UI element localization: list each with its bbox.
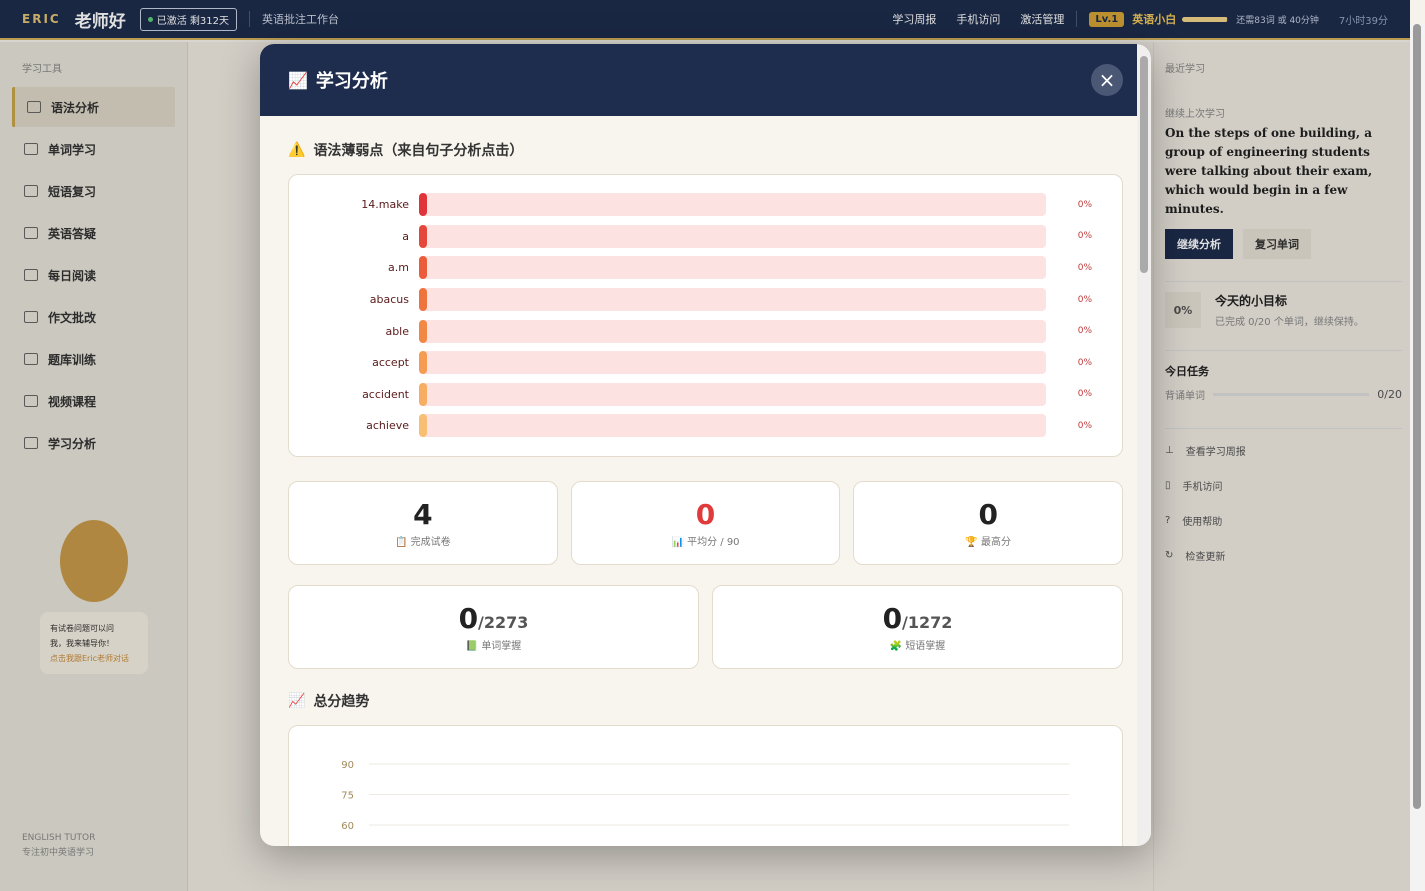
mastery-value-wrap: 0/2273 [459,602,529,635]
weak-points-chart: 14.make 0% a 0% a.m 0% abacus 0% able 0% accept 0% a… [288,174,1123,457]
weak-point-label: abacus [369,293,409,307]
stat-label-text: 平均分 / 90 [687,536,740,548]
weak-title-text: 语法薄弱点（来自句子分析点击） [313,143,524,159]
weak-point-bar [419,224,427,248]
trend-chart: 90 75 60 [288,724,1123,846]
weak-point-percent: 0% [1077,199,1092,210]
modal-title: 学习分析 [315,71,388,92]
mastery-label: 📗 单词掌握 [466,637,522,652]
stat-label: 🏆 最高分 [965,533,1011,548]
weak-point-bar [419,414,427,438]
weak-point-label: accident [362,387,409,401]
score-stats: 4 📋 完成试卷 0 📊 平均分 / 90 0 🏆 最高分 [288,480,1124,565]
weak-point-bar [419,256,427,280]
weak-point-track [419,351,1046,375]
stat-value: 0 [695,497,716,531]
weak-point-label: achieve [366,419,409,433]
modal-scrollbar-thumb[interactable] [1140,56,1148,273]
weak-point-bar [419,319,427,343]
stat-label-text: 最高分 [981,536,1011,548]
mastery-label-text: 短语掌握 [905,640,946,652]
weak-point-row: 14.make 0% [289,189,1092,221]
weak-point-label: 14.make [361,198,409,212]
page-scrollbar[interactable] [1410,24,1425,891]
weak-point-bar [419,382,427,406]
modal-body: ⚠️ 语法薄弱点（来自句子分析点击） 14.make 0% a 0% a.m 0% abac… [260,116,1151,846]
stat-label-text: 完成试卷 [410,536,451,548]
weak-point-track [419,319,1046,343]
weak-point-percent: 0% [1077,262,1092,273]
stat-label: 📋 完成试卷 [395,533,451,548]
weak-point-row: abacus 0% [289,284,1092,316]
modal-scrollbar[interactable] [1137,44,1151,846]
trend-chart-svg: 90 75 60 [341,760,1069,832]
stat-card: 4 📋 完成试卷 [288,480,558,565]
stat-card: 0 📊 平均分 / 90 [570,480,841,565]
weak-point-percent: 0% [1077,357,1092,368]
weak-section-title: ⚠️ 语法薄弱点（来自句子分析点击） [288,140,1123,160]
stat-icon: 🏆 [965,536,978,548]
weak-point-row: able 0% [289,315,1092,347]
y-tick-label: 60 [341,821,354,832]
trend-section-title: 📈 总分趋势 [288,691,1123,711]
weak-point-label: accept [372,356,409,370]
stat-icon: 📋 [395,536,408,548]
mastery-card: 0/2273 📗 单词掌握 [288,584,699,669]
modal-header: 📈 学习分析 × [260,44,1151,116]
weak-point-row: accident 0% [289,379,1092,411]
mastery-icon: 📗 [465,640,479,652]
weak-point-percent: 0% [1077,389,1092,400]
mastery-card: 0/1272 🧩 短语掌握 [712,584,1123,669]
mastery-label-text: 单词掌握 [481,640,522,652]
page-scrollbar-thumb[interactable] [1413,24,1421,809]
weak-point-percent: 0% [1077,231,1092,242]
chart-trend-icon: 📈 [288,70,308,90]
stat-icon: 📊 [671,536,684,548]
mastery-total: /1272 [902,612,953,632]
weak-point-row: a 0% [289,221,1092,253]
mastery-value-wrap: 0/1272 [883,602,953,635]
stat-card: 0 🏆 最高分 [853,480,1124,565]
weak-point-label: a.m [388,261,409,275]
weak-point-track [419,193,1046,217]
weak-point-bar [419,351,427,375]
mastery-icon: 🧩 [889,640,903,652]
stat-value: 4 [413,497,433,531]
mastery-stats: 0/2273 📗 单词掌握 0/1272 🧩 短语掌握 [288,584,1123,669]
weak-point-track [419,382,1046,406]
weak-point-track [419,224,1046,248]
weak-point-row: a.m 0% [289,252,1092,284]
trend-icon: 📈 [288,692,306,709]
weak-point-row: accept 0% [289,347,1092,379]
stat-value: 0 [978,497,998,531]
weak-point-track [419,414,1046,438]
weak-point-percent: 0% [1077,326,1092,337]
weak-point-bar [419,288,427,312]
y-tick-label: 75 [341,790,354,801]
weak-point-track [419,288,1046,312]
mastery-total: /2273 [478,612,529,632]
weak-point-percent: 0% [1077,420,1092,431]
weak-point-label: able [385,324,409,338]
weak-point-percent: 0% [1077,294,1092,305]
analysis-modal: 📈 学习分析 × ⚠️ 语法薄弱点（来自句子分析点击） 14.make 0% a 0%… [260,44,1151,846]
weak-point-bar [419,193,427,217]
mastery-label: 🧩 短语掌握 [890,637,946,652]
stat-label: 📊 平均分 / 90 [671,533,739,548]
y-tick-label: 90 [341,760,354,771]
warning-icon: ⚠️ [288,142,306,158]
mastery-value: 0 [882,601,903,635]
close-button[interactable]: × [1091,64,1123,96]
weak-point-row: achieve 0% [289,410,1092,442]
weak-point-label: a [402,229,409,243]
mastery-value: 0 [458,601,479,635]
weak-point-track [419,256,1046,280]
trend-title-text: 总分趋势 [313,693,370,710]
